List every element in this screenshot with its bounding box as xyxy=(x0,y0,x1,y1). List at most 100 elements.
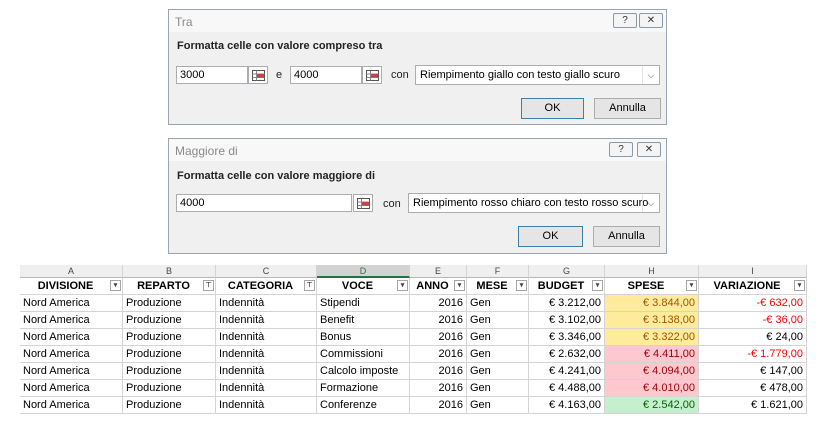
table-header-cell[interactable]: ANNO ▾ xyxy=(410,278,467,295)
table-cell[interactable]: Indennità xyxy=(216,363,317,380)
table-cell[interactable]: 2016 xyxy=(410,312,467,329)
max-value-input[interactable]: 4000 xyxy=(290,66,362,84)
filter-dropdown-icon[interactable]: ▾ xyxy=(794,280,805,291)
table-cell[interactable]: 2016 xyxy=(410,295,467,312)
table-cell[interactable]: Indennità xyxy=(216,397,317,414)
table-cell[interactable]: -€ 1.779,00 xyxy=(699,346,807,363)
filter-dropdown-icon[interactable]: ▾ xyxy=(686,280,697,291)
table-cell[interactable]: Produzione xyxy=(123,312,216,329)
table-cell[interactable]: Gen xyxy=(467,312,529,329)
column-header-e[interactable]: E xyxy=(410,265,467,278)
table-cell[interactable]: € 4.010,00 xyxy=(605,380,699,397)
table-cell[interactable]: Produzione xyxy=(123,363,216,380)
table-cell[interactable]: € 4.488,00 xyxy=(529,380,605,397)
table-cell[interactable]: Nord America xyxy=(20,380,123,397)
table-header-cell[interactable]: REPARTO ⊤ xyxy=(123,278,216,295)
column-header-g[interactable]: G xyxy=(529,265,605,278)
table-cell[interactable]: Conferenze xyxy=(317,397,410,414)
filter-dropdown-icon[interactable]: ▾ xyxy=(516,280,527,291)
filter-dropdown-icon[interactable]: ▾ xyxy=(592,280,603,291)
table-cell[interactable]: Nord America xyxy=(20,397,123,414)
table-header-cell[interactable]: SPESE ▾ xyxy=(605,278,699,295)
table-cell[interactable]: 2016 xyxy=(410,397,467,414)
column-header-d[interactable]: D xyxy=(317,265,410,278)
cancel-button[interactable]: Annulla xyxy=(594,98,661,119)
table-cell[interactable]: Produzione xyxy=(123,397,216,414)
close-button[interactable]: ✕ xyxy=(637,142,661,157)
table-cell[interactable]: Nord America xyxy=(20,346,123,363)
table-cell[interactable]: -€ 36,00 xyxy=(699,312,807,329)
table-cell[interactable]: Formazione xyxy=(317,380,410,397)
table-cell[interactable]: Stipendi xyxy=(317,295,410,312)
chevron-down-icon[interactable]: ⌵ xyxy=(642,194,659,212)
column-header-a[interactable]: A xyxy=(20,265,123,278)
range-select-button-2[interactable] xyxy=(362,66,382,84)
table-cell[interactable]: Gen xyxy=(467,397,529,414)
table-cell[interactable]: Nord America xyxy=(20,295,123,312)
table-cell[interactable]: € 3.102,00 xyxy=(529,312,605,329)
table-cell[interactable]: € 2.542,00 xyxy=(605,397,699,414)
table-cell[interactable]: € 3.346,00 xyxy=(529,329,605,346)
table-cell[interactable]: € 4.094,00 xyxy=(605,363,699,380)
filter-dropdown-icon[interactable]: ▾ xyxy=(110,280,121,291)
table-header-cell[interactable]: BUDGET ▾ xyxy=(529,278,605,295)
range-select-button-1[interactable] xyxy=(248,66,268,84)
table-cell[interactable]: € 3.138,00 xyxy=(605,312,699,329)
table-cell[interactable]: € 4.163,00 xyxy=(529,397,605,414)
table-cell[interactable]: € 478,00 xyxy=(699,380,807,397)
table-cell[interactable]: € 3.844,00 xyxy=(605,295,699,312)
table-cell[interactable]: Commissioni xyxy=(317,346,410,363)
help-button[interactable]: ? xyxy=(613,13,637,28)
filter-dropdown-icon[interactable]: ▾ xyxy=(397,280,408,291)
table-cell[interactable]: Gen xyxy=(467,295,529,312)
table-header-cell[interactable]: DIVISIONE ▾ xyxy=(20,278,123,295)
column-header-h[interactable]: H xyxy=(605,265,699,278)
table-cell[interactable]: € 1.621,00 xyxy=(699,397,807,414)
filter-active-icon[interactable]: ⊤ xyxy=(304,280,315,291)
table-cell[interactable]: Gen xyxy=(467,363,529,380)
ok-button[interactable]: OK xyxy=(518,226,583,247)
table-cell[interactable]: Produzione xyxy=(123,295,216,312)
column-header-c[interactable]: C xyxy=(216,265,317,278)
min-value-input[interactable]: 3000 xyxy=(176,66,248,84)
filter-active-icon[interactable]: ⊤ xyxy=(203,280,214,291)
table-cell[interactable]: € 3.322,00 xyxy=(605,329,699,346)
filter-dropdown-icon[interactable]: ▾ xyxy=(454,280,465,291)
table-cell[interactable]: Calcolo imposte xyxy=(317,363,410,380)
table-cell[interactable]: Produzione xyxy=(123,329,216,346)
column-header-i[interactable]: I xyxy=(699,265,807,278)
ok-button[interactable]: OK xyxy=(521,98,584,119)
column-header-b[interactable]: B xyxy=(123,265,216,278)
table-cell[interactable]: € 24,00 xyxy=(699,329,807,346)
table-header-cell[interactable]: VARIAZIONE ▾ xyxy=(699,278,807,295)
table-header-cell[interactable]: MESE ▾ xyxy=(467,278,529,295)
table-cell[interactable]: Benefit xyxy=(317,312,410,329)
table-cell[interactable]: € 3.212,00 xyxy=(529,295,605,312)
table-cell[interactable]: Indennità xyxy=(216,312,317,329)
table-header-cell[interactable]: VOCE ▾ xyxy=(317,278,410,295)
table-cell[interactable]: Indennità xyxy=(216,329,317,346)
range-select-button[interactable] xyxy=(353,194,373,212)
table-cell[interactable]: 2016 xyxy=(410,346,467,363)
table-cell[interactable]: € 4.241,00 xyxy=(529,363,605,380)
chevron-down-icon[interactable]: ⌵ xyxy=(642,66,659,84)
table-cell[interactable]: € 2.632,00 xyxy=(529,346,605,363)
table-cell[interactable]: € 147,00 xyxy=(699,363,807,380)
table-cell[interactable]: Gen xyxy=(467,346,529,363)
table-cell[interactable]: 2016 xyxy=(410,380,467,397)
table-cell[interactable]: -€ 632,00 xyxy=(699,295,807,312)
table-header-cell[interactable]: CATEGORIA ⊤ xyxy=(216,278,317,295)
column-header-f[interactable]: F xyxy=(467,265,529,278)
table-cell[interactable]: Nord America xyxy=(20,363,123,380)
table-cell[interactable]: € 4.411,00 xyxy=(605,346,699,363)
table-cell[interactable]: Indennità xyxy=(216,295,317,312)
cancel-button[interactable]: Annulla xyxy=(593,226,660,247)
table-cell[interactable]: Produzione xyxy=(123,380,216,397)
table-cell[interactable]: Produzione xyxy=(123,346,216,363)
table-cell[interactable]: Nord America xyxy=(20,312,123,329)
threshold-value-input[interactable]: 4000 xyxy=(176,194,352,212)
table-cell[interactable]: Indennità xyxy=(216,346,317,363)
format-select[interactable]: Riempimento rosso chiaro con testo rosso… xyxy=(408,193,660,213)
format-select[interactable]: Riempimento giallo con testo giallo scur… xyxy=(415,65,660,85)
table-cell[interactable]: Indennità xyxy=(216,380,317,397)
